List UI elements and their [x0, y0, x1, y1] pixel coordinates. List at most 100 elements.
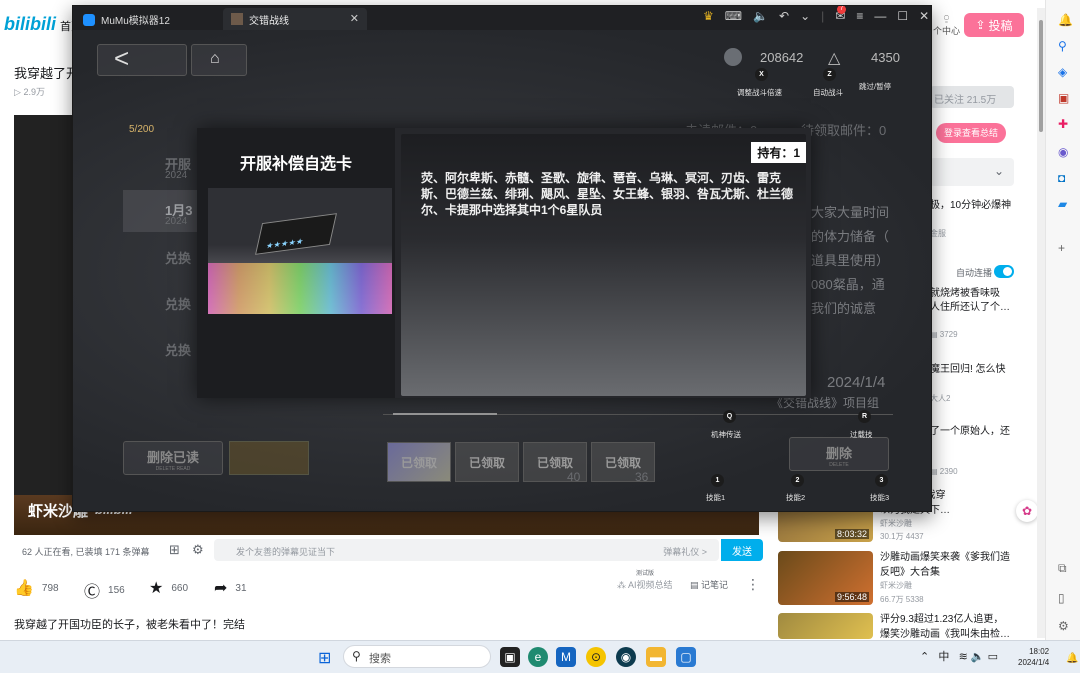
copilot-icon[interactable]: ◉	[1058, 146, 1068, 158]
minimize-icon[interactable]: —	[874, 9, 886, 23]
sidebar-toggle-icon[interactable]: ▯	[1058, 592, 1065, 604]
danmaku-bar: 62 人正在看, 已装填 171 条弹幕 ⊞ ⚙ 发个友善的弹幕见证当下 弹幕礼…	[14, 537, 763, 563]
mumu-app-icon[interactable]: M	[556, 647, 576, 667]
dropdown-toggle[interactable]: ⌄	[930, 158, 1014, 186]
rec-snippet-2b[interactable]: 人住所还认了个…	[930, 300, 1010, 316]
home-button[interactable]: ⌂	[191, 44, 247, 76]
ai-summary-button[interactable]: ⁂ AI视频总结	[617, 578, 673, 591]
external-icon[interactable]: ⧉	[1058, 562, 1067, 574]
tag-icon[interactable]: ◈	[1058, 66, 1067, 78]
keymap-3[interactable]: 3	[875, 474, 888, 487]
rec-card-uploader[interactable]: 虾米沙雕	[880, 518, 912, 529]
chevron-down-icon[interactable]: ⌄	[800, 9, 810, 23]
volume-icon[interactable]: 🔈	[971, 651, 985, 663]
mail-item-title[interactable]: 兑换	[165, 340, 191, 359]
rec-card-title[interactable]: 评分9.3超过1.23亿人追更， 爆笑沙雕动画《我叫朱由检…	[880, 612, 1010, 640]
back-button[interactable]: <	[97, 43, 187, 76]
claimed-item[interactable]: 已领取	[455, 442, 519, 482]
windows-start-icon[interactable]: ⊞	[318, 648, 331, 668]
rec-snippet-4a[interactable]: 了一个原始人，还	[930, 424, 1010, 440]
window-controls: ♛ ⌨ 🔈 ↶ ⌄ | ✉ ≡ — ☐ ✕	[703, 9, 930, 23]
keymap-x[interactable]: X	[755, 68, 768, 81]
item-detail-modal[interactable]: 开服补偿自选卡 持有：1 荧、阿尔卑斯、赤髓、圣歌、旋律、琶音、乌琳、冥河、刃齿…	[197, 128, 811, 398]
keymap-r-label: 过载技	[850, 430, 873, 439]
menu-icon[interactable]: ≡	[856, 9, 863, 23]
rec-card-thumbnail[interactable]	[778, 613, 873, 639]
coin-button[interactable]: Ⓒ 156	[84, 578, 125, 602]
battery-icon[interactable]: ▭	[988, 651, 998, 663]
tab-game[interactable]: 交错战线 ✕	[223, 8, 367, 30]
tools-icon[interactable]: ✚	[1058, 118, 1068, 130]
rec-snippet-3a[interactable]: 魔王回归! 怎么快	[930, 362, 1006, 378]
bell-icon[interactable]: 🔔	[1058, 14, 1073, 26]
app-icon-2[interactable]: ◉	[616, 647, 636, 667]
keymap-r[interactable]: R	[858, 410, 871, 423]
user-center-link[interactable]: ⍜ 个中心	[933, 12, 960, 38]
keymap-z[interactable]: Z	[823, 68, 836, 81]
add-icon[interactable]: +	[1058, 242, 1065, 254]
login-summary-button[interactable]: 登录查看总结	[936, 123, 1006, 143]
video-description-title: 我穿越了开国功臣的长子，被老朱看中了！完结	[14, 619, 245, 631]
rec-card-title[interactable]: 沙雕动画爆笑来袭《爹我们造 反吧》大合集	[880, 550, 1010, 580]
app-icon[interactable]: ⊙	[586, 647, 606, 667]
danmaku-settings-icon[interactable]: ⚙	[192, 542, 204, 558]
favorite-button[interactable]: ★ 660	[149, 578, 188, 598]
danmaku-etiquette-link[interactable]: 弹幕礼仪 >	[663, 545, 707, 558]
danmaku-input[interactable]: 发个友善的弹幕见证当下 弹幕礼仪 >	[214, 539, 719, 561]
settings-icon[interactable]: ⚙	[1058, 620, 1069, 632]
claim-all-button[interactable]	[229, 441, 309, 475]
keymap-2[interactable]: 2	[791, 474, 804, 487]
drop-icon[interactable]: ▰	[1058, 198, 1067, 210]
undo-icon[interactable]: ↶	[779, 9, 789, 23]
volume-icon[interactable]: 🔈	[753, 9, 768, 23]
close-icon[interactable]: ✕	[919, 9, 929, 23]
attachment-scroll-thumb[interactable]	[393, 413, 497, 415]
keymap-1[interactable]: 1	[711, 474, 724, 487]
rec-card-thumbnail[interactable]: 9:56:48	[778, 551, 873, 605]
delete-read-button[interactable]: 删除已读 DELETE READ	[123, 441, 223, 475]
ime-indicator[interactable]: 中	[938, 651, 949, 663]
wifi-icon[interactable]: ≋	[959, 651, 968, 663]
task-view-icon[interactable]: ▣	[500, 647, 520, 667]
file-explorer-icon[interactable]: ▬	[646, 647, 666, 667]
keymap-q[interactable]: Q	[723, 410, 736, 423]
floating-ai-icon[interactable]: ✿	[1016, 500, 1038, 522]
rec-card-uploader[interactable]: 虾米沙雕	[880, 580, 912, 591]
rec-snippet-1[interactable]: 极，10分钟必爆神	[930, 198, 1011, 214]
video-title: 我穿越了开	[14, 66, 80, 81]
upload-button[interactable]: ⇪ 投稿	[964, 13, 1024, 37]
taskbar-clock[interactable]: 18:02 2024/1/4	[1018, 646, 1049, 668]
more-icon[interactable]: ⋮	[746, 576, 760, 593]
rainbow-glow	[208, 263, 392, 314]
chevron-up-icon[interactable]: ⌃	[920, 651, 929, 663]
mail-item-title[interactable]: 兑换	[165, 294, 191, 313]
edge-icon[interactable]: e	[528, 647, 548, 667]
followed-button[interactable]: 已关注 21.5万	[930, 86, 1014, 108]
mail-item-title[interactable]: 兑换	[165, 248, 191, 267]
close-tab-icon[interactable]: ✕	[350, 12, 359, 25]
taskbar-search[interactable]: ⚲ 搜索	[343, 645, 491, 668]
claimed-item[interactable]: 已领取	[387, 442, 451, 482]
mumu-titlebar: MuMu模拟器12 交错战线 ✕ ♛ ⌨ 🔈 ↶ ⌄ | ✉ ≡ — ☐ ✕ 7	[73, 6, 931, 30]
bilibili-logo[interactable]: bilibili	[4, 14, 56, 35]
maximize-icon[interactable]: ☐	[897, 9, 908, 23]
game-screen[interactable]: < ⌂ 208642 △ 4350 5/200 未读邮件：0 待领取邮件：0 开…	[73, 30, 931, 511]
tab-mumu-app[interactable]: MuMu模拟器12	[77, 9, 223, 30]
delete-button[interactable]: 删除 DELETE	[789, 437, 889, 471]
search-icon[interactable]: ⚲	[1058, 40, 1067, 52]
scrollbar-thumb[interactable]	[1039, 20, 1043, 132]
auto-play-toggle[interactable]	[994, 265, 1014, 278]
notification-icon[interactable]: 🔔	[1066, 653, 1078, 664]
crown-icon[interactable]: ♛	[703, 9, 714, 23]
auto-play-label: 自动连播	[956, 268, 993, 278]
share-button[interactable]: ➦ 31	[214, 578, 247, 598]
keyboard-icon[interactable]: ⌨	[725, 9, 742, 23]
outlook-icon[interactable]: ◘	[1058, 172, 1065, 184]
notes-button[interactable]: ▤ 记笔记	[690, 578, 728, 591]
briefcase-icon[interactable]: ▣	[1058, 92, 1069, 104]
like-button[interactable]: 👍 798	[14, 578, 59, 598]
send-danmaku-button[interactable]: 发送	[721, 539, 763, 561]
upload-label: 投稿	[988, 18, 1013, 33]
app-icon-3[interactable]: ▢	[676, 647, 696, 667]
danmaku-toggle-icon[interactable]: ⊞	[169, 542, 180, 558]
